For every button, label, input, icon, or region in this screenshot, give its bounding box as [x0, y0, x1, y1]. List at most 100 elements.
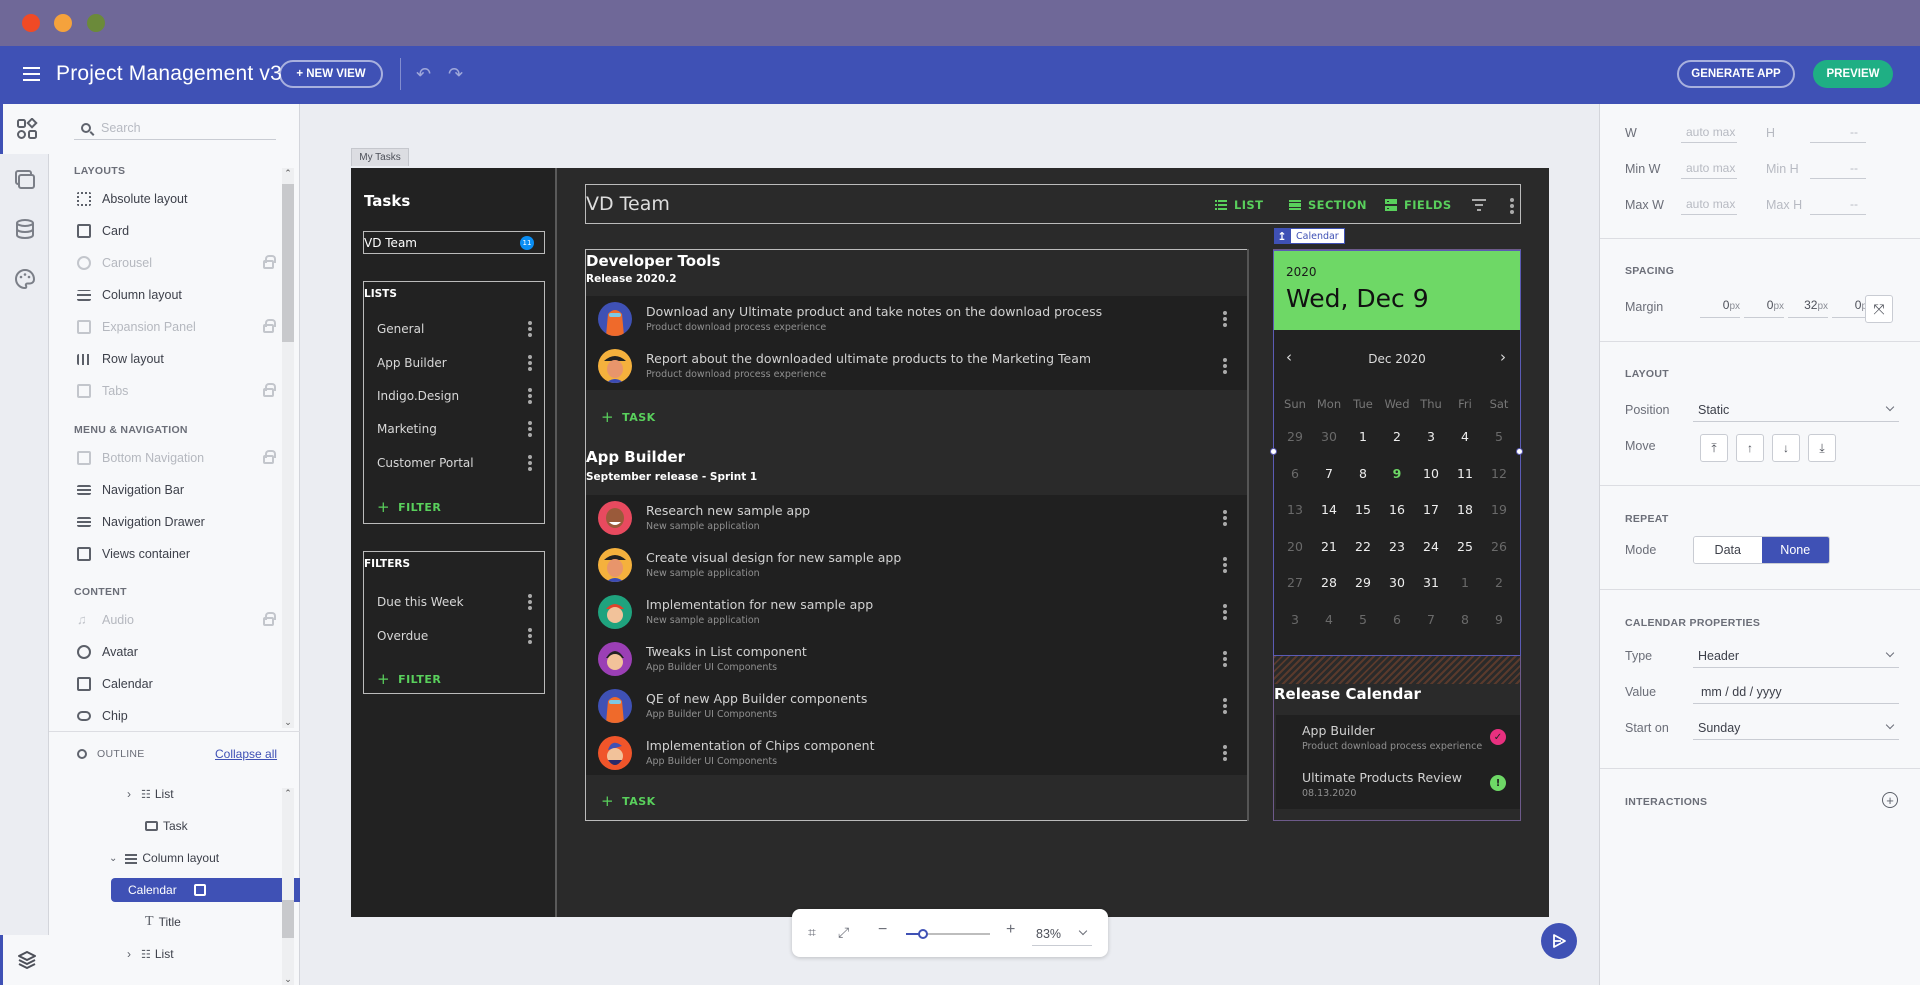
chevron-right-icon[interactable]: ›: [127, 947, 131, 961]
calendar-day[interactable]: 8: [1448, 612, 1482, 627]
mode-none-option[interactable]: None: [1761, 537, 1829, 563]
more-vert-icon[interactable]: [528, 355, 532, 371]
component-expansion-panel[interactable]: Expansion Panel: [74, 316, 276, 338]
undo-icon[interactable]: ↶: [416, 64, 431, 85]
margin-top-input[interactable]: 0px: [1700, 294, 1740, 318]
scroll-up-icon[interactable]: ⌃: [282, 168, 294, 179]
component-navigation-bar[interactable]: Navigation Bar: [74, 479, 274, 501]
calendar-day[interactable]: 9: [1482, 612, 1516, 627]
view-tab-my-tasks[interactable]: My Tasks: [351, 148, 409, 166]
calendar-day[interactable]: 15: [1346, 502, 1380, 517]
calendar-day[interactable]: 18: [1448, 502, 1482, 517]
calendar-day[interactable]: 17: [1414, 502, 1448, 517]
component-row-layout[interactable]: Row layout: [74, 348, 274, 370]
close-window-button[interactable]: [22, 14, 40, 32]
calendar-day[interactable]: 29: [1346, 575, 1380, 590]
add-list-filter-button[interactable]: + FILTER: [377, 498, 441, 516]
filter-icon[interactable]: [1472, 199, 1486, 211]
add-task-button[interactable]: + TASK: [601, 408, 656, 426]
calendar-day[interactable]: 5: [1346, 612, 1380, 627]
calendar-day[interactable]: 13: [1278, 502, 1312, 517]
more-vert-icon[interactable]: [1223, 358, 1227, 374]
calendar-day[interactable]: 19: [1482, 502, 1516, 517]
mode-data-option[interactable]: Data: [1694, 537, 1762, 563]
more-vert-icon[interactable]: [528, 455, 532, 471]
minimize-window-button[interactable]: [54, 14, 72, 32]
new-view-button[interactable]: + NEW VIEW: [279, 60, 383, 88]
release-item-title[interactable]: Ultimate Products Review: [1302, 770, 1462, 785]
unlink-margins-button[interactable]: ⤧: [1865, 295, 1893, 323]
more-vert-icon[interactable]: [528, 628, 532, 644]
component-search-input[interactable]: Search: [74, 116, 276, 140]
move-down-button[interactable]: ↓: [1772, 434, 1800, 462]
max-width-input[interactable]: auto max: [1681, 193, 1737, 215]
more-vert-icon[interactable]: [528, 421, 532, 437]
component-bottom-navigation[interactable]: Bottom Navigation: [74, 447, 276, 469]
component-views-container[interactable]: Views container: [74, 543, 274, 565]
margin-bottom-input[interactable]: 32px: [1788, 294, 1828, 318]
more-vert-icon[interactable]: [1223, 745, 1227, 761]
calendar-day[interactable]: 8: [1346, 466, 1380, 481]
calendar-day[interactable]: 24: [1414, 539, 1448, 554]
min-width-input[interactable]: auto max: [1681, 157, 1737, 179]
chevron-right-icon[interactable]: ›: [127, 787, 131, 801]
list-view-button[interactable]: LIST: [1215, 198, 1263, 212]
list-item[interactable]: Customer Portal: [377, 453, 532, 473]
task-row[interactable]: Tweaks in List component App Builder UI …: [586, 636, 1249, 683]
outline-item-list[interactable]: › ☷ List: [127, 942, 174, 966]
task-row[interactable]: Implementation of Chips component App Bu…: [586, 730, 1249, 777]
maximize-window-button[interactable]: [87, 14, 105, 32]
section-button[interactable]: SECTION: [1289, 198, 1367, 212]
zoom-in-icon[interactable]: +: [1006, 921, 1015, 939]
filter-item[interactable]: Overdue: [377, 626, 532, 646]
task-row[interactable]: Research new sample app New sample appli…: [586, 495, 1249, 542]
move-to-bottom-button[interactable]: ⤓: [1808, 434, 1836, 462]
calendar-day[interactable]: 12: [1482, 466, 1516, 481]
scrollbar-thumb[interactable]: [282, 184, 294, 342]
calendar-day[interactable]: 4: [1448, 429, 1482, 444]
more-vert-icon[interactable]: [1223, 510, 1227, 526]
task-row[interactable]: Implementation for new sample app New sa…: [586, 589, 1249, 636]
start-on-select[interactable]: Sunday: [1693, 716, 1899, 740]
calendar-day[interactable]: 29: [1278, 429, 1312, 444]
calendar-day[interactable]: 23: [1380, 539, 1414, 554]
components-scrollbar[interactable]: ⌃ ⌄: [282, 168, 294, 728]
outline-item-task[interactable]: Task: [145, 814, 188, 838]
more-vert-icon[interactable]: [1223, 557, 1227, 573]
add-task-button[interactable]: + TASK: [601, 792, 656, 810]
component-navigation-drawer[interactable]: Navigation Drawer: [74, 511, 274, 533]
calendar-day[interactable]: 22: [1346, 539, 1380, 554]
more-vert-icon[interactable]: [1223, 311, 1227, 327]
calendar-day[interactable]: 16: [1380, 502, 1414, 517]
task-row[interactable]: Create visual design for new sample app …: [586, 542, 1249, 589]
position-select[interactable]: Static: [1693, 398, 1899, 422]
calendar-day[interactable]: 6: [1278, 466, 1312, 481]
list-item[interactable]: Marketing: [377, 419, 532, 439]
more-vert-icon[interactable]: [1510, 198, 1514, 214]
calendar-day[interactable]: 4: [1312, 612, 1346, 627]
team-selector[interactable]: VD Team 11: [363, 231, 545, 254]
theme-tab[interactable]: [0, 254, 49, 304]
max-height-input[interactable]: --: [1810, 193, 1866, 215]
select-parent-icon[interactable]: ↥: [1274, 228, 1290, 244]
next-month-icon[interactable]: ›: [1500, 348, 1506, 366]
more-vert-icon[interactable]: [1223, 604, 1227, 620]
zoom-out-icon[interactable]: −: [878, 921, 887, 939]
calendar-day[interactable]: 26: [1482, 539, 1516, 554]
calendar-day[interactable]: 10: [1414, 466, 1448, 481]
calendar-day[interactable]: 2: [1380, 429, 1414, 444]
calendar-day[interactable]: 9: [1380, 466, 1414, 481]
fields-button[interactable]: FIELDS: [1385, 198, 1452, 212]
task-row[interactable]: QE of new App Builder components App Bui…: [586, 683, 1249, 730]
calendar-day[interactable]: 30: [1380, 575, 1414, 590]
more-vert-icon[interactable]: [528, 594, 532, 610]
calendar-day[interactable]: 30: [1312, 429, 1346, 444]
calendar-day[interactable]: 28: [1312, 575, 1346, 590]
release-item-title[interactable]: App Builder: [1302, 723, 1375, 738]
calendar-day[interactable]: 3: [1414, 429, 1448, 444]
search-icon[interactable]: [77, 749, 87, 759]
run-button[interactable]: [1541, 923, 1577, 959]
component-card[interactable]: Card: [74, 220, 274, 242]
outline-scrollbar[interactable]: ⌃ ⌄: [282, 788, 294, 985]
outline-item-list[interactable]: › ☷ List: [127, 782, 174, 806]
